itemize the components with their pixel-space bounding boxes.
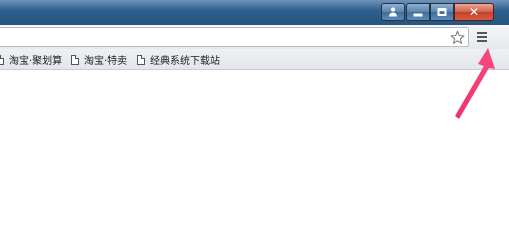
page-content-area	[0, 71, 509, 236]
browser-window: ✕ 淘宝·聚划算 淘宝·特卖 经典系统下载站	[0, 0, 509, 236]
star-outline-icon	[450, 30, 464, 44]
bookmark-taobao-juhuasuan[interactable]: 淘宝·聚划算	[0, 52, 62, 67]
hamburger-menu-icon-bar	[477, 39, 487, 42]
user-icon	[389, 7, 397, 17]
bookmark-label: 经典系统下载站	[150, 56, 220, 67]
minimize-icon	[413, 13, 423, 17]
bookmark-system-download[interactable]: 经典系统下载站	[137, 52, 220, 67]
close-icon: ✕	[468, 5, 480, 19]
star-icon[interactable]	[449, 29, 465, 45]
minimize-button[interactable]	[406, 3, 430, 21]
close-button[interactable]: ✕	[454, 3, 494, 21]
maximize-icon	[437, 8, 447, 16]
bookmark-label: 淘宝·特卖	[84, 56, 128, 67]
browser-toolbar	[0, 25, 509, 49]
page-icon	[137, 54, 145, 65]
page-icon	[0, 54, 4, 65]
window-title-bar[interactable]: ✕	[0, 0, 509, 25]
window-controls: ✕	[380, 3, 494, 21]
hamburger-menu-icon	[477, 31, 487, 34]
maximize-button[interactable]	[430, 3, 454, 21]
bookmark-taobao-temai[interactable]: 淘宝·特卖	[71, 52, 127, 67]
user-profile-button[interactable]	[381, 3, 405, 21]
chrome-menu-button[interactable]	[475, 28, 489, 45]
address-bar[interactable]	[0, 27, 469, 47]
bookmark-label: 淘宝·聚划算	[9, 56, 63, 67]
bookmarks-bar: 淘宝·聚划算 淘宝·特卖 经典系统下载站	[0, 49, 509, 70]
hamburger-menu-icon-bar	[477, 35, 487, 38]
page-icon	[71, 54, 79, 65]
